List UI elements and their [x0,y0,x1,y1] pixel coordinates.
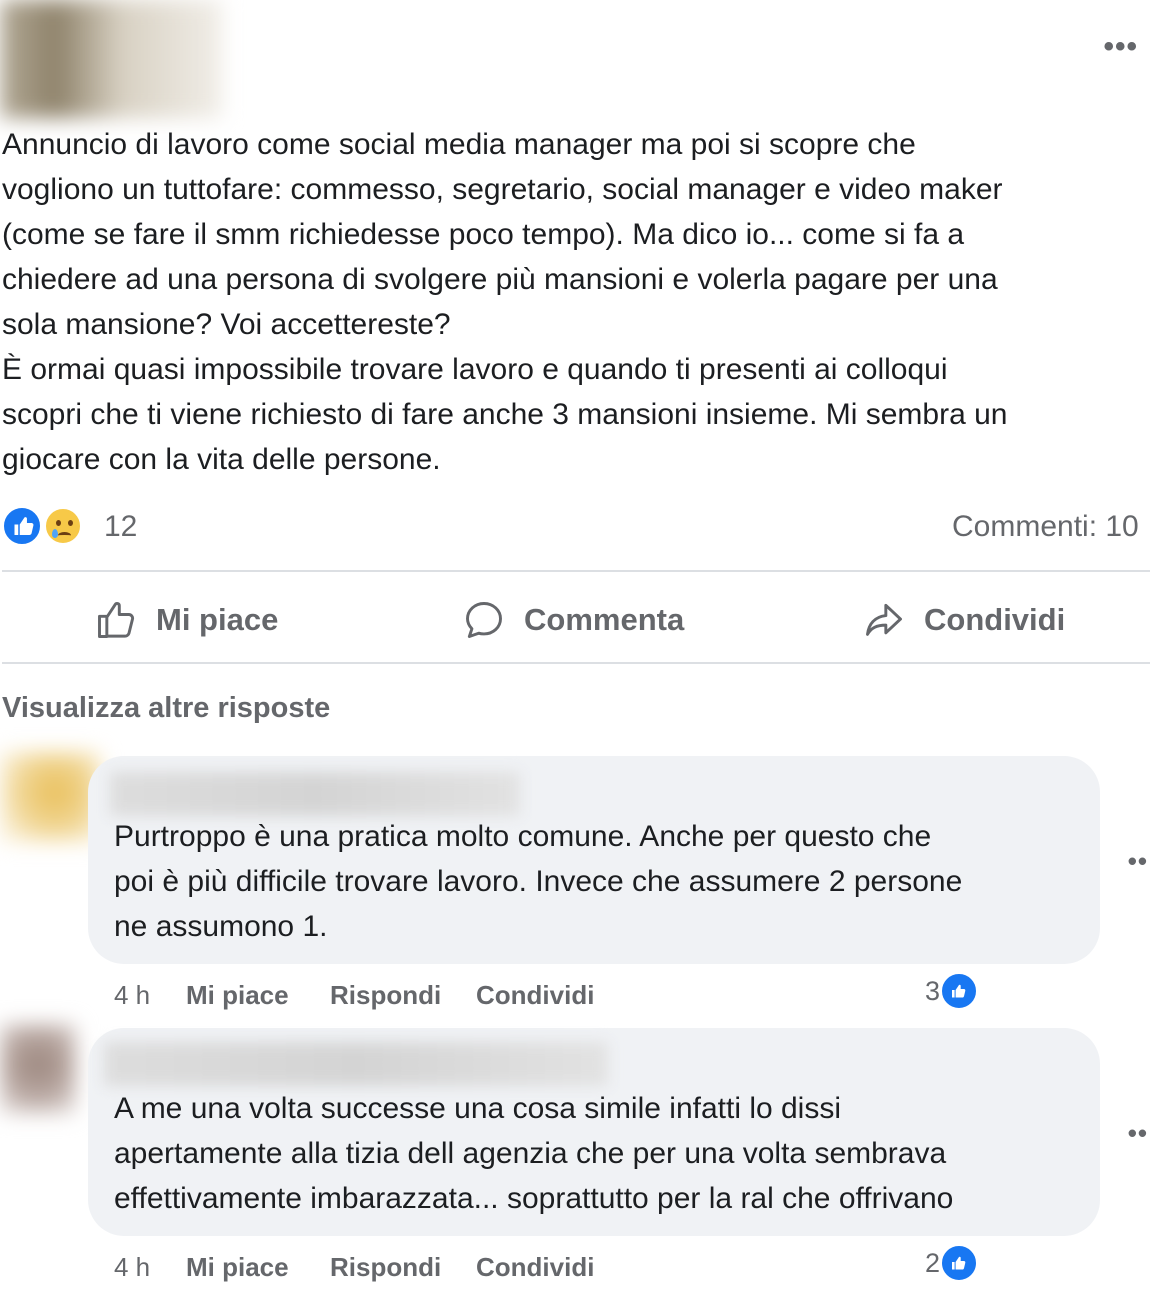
view-more-replies-link[interactable]: Visualizza altre risposte [2,692,330,725]
like-button[interactable]: Mi piace [94,578,278,662]
comment-text: Purtroppo è una pratica molto comune. An… [114,814,1084,949]
share-arrow-icon [866,603,902,636]
post-text-line: Annuncio di lavoro come social media man… [2,128,916,161]
comment-reaction-number: 2 [925,1247,941,1278]
like-button-label: Mi piace [156,602,279,637]
post-text-line: (come se fare il smm richiedesse poco te… [2,218,965,251]
divider [2,662,1150,664]
comment-share-link[interactable]: Condividi [476,980,594,1011]
post-author-avatar-blurred[interactable] [0,0,222,118]
comment-timestamp[interactable]: 4 h [114,980,150,1011]
like-reaction-icon [940,1244,979,1282]
comment-bubble: Purtroppo è una pratica molto comune. An… [88,756,1100,964]
reaction-count[interactable]: 12 [104,510,137,544]
divider [2,570,1150,572]
sad-reaction-icon [44,507,82,545]
comment-text-line: ne assumono 1. [114,910,328,943]
share-button[interactable]: Condividi [862,578,1065,662]
comment-button-label: Commenta [524,602,685,637]
comment-meta: 4 h Mi piace Rispondi Condividi [114,980,634,1012]
post-text-line: vogliono un tuttofare: commesso, segreta… [2,173,1003,206]
commenter-avatar-blurred[interactable] [0,1024,76,1114]
comment-bubble-icon [466,602,502,638]
comment-more-options-icon[interactable]: •• [1128,846,1148,877]
comment-like-link[interactable]: Mi piace [186,980,289,1011]
post-text-line: sola mansione? Voi accettereste? [2,308,451,341]
share-button-label: Condividi [924,602,1066,637]
thumbs-up-icon [98,602,135,638]
comment-bubble: A me una volta successe una cosa simile … [88,1028,1100,1236]
post-more-options-icon[interactable]: ••• [1103,30,1138,64]
comment-share-link[interactable]: Condividi [476,1252,594,1283]
comment-like-link[interactable]: Mi piace [186,1252,289,1283]
reactions-summary[interactable]: 12 Commenti: 10 [2,506,1150,546]
commenter-name-blurred[interactable] [110,772,520,816]
like-reaction-icon [2,506,42,546]
comment-reaction-count[interactable]: 2 [925,1244,979,1282]
comment-reply-link[interactable]: Rispondi [330,980,441,1011]
comment-text-line: effettivamente imbarazzata... soprattutt… [114,1182,954,1215]
comment-reaction-number: 3 [925,975,941,1006]
post-text-line: giocare con la vita delle persone. [2,443,441,476]
post-action-bar: Mi piace Commenta Condividi [0,578,1150,662]
comment-button[interactable]: Commenta [462,578,684,662]
post-text: Annuncio di lavoro come social media man… [2,122,1142,482]
post-text-line: scopri che ti viene richiesto di fare an… [2,398,1008,431]
post-text-line: chiedere ad una persona di svolgere più … [2,263,998,296]
like-reaction-icon [940,972,979,1010]
comment-timestamp[interactable]: 4 h [114,1252,150,1283]
comment-reaction-count[interactable]: 3 [925,972,979,1010]
comment-text-line: Purtroppo è una pratica molto comune. An… [114,820,932,853]
comment-text-line: apertamente alla tizia dell agenzia che … [114,1137,947,1170]
comment-text-line: A me una volta successe una cosa simile … [114,1092,842,1125]
commenter-name-blurred[interactable] [104,1042,608,1086]
comment-reply-link[interactable]: Rispondi [330,1252,441,1283]
comment-text: A me una volta successe una cosa simile … [114,1086,1094,1221]
commenter-avatar-blurred[interactable] [0,752,100,842]
comment-meta: 4 h Mi piace Rispondi Condividi [114,1252,634,1284]
post-text-line: È ormai quasi impossibile trovare lavoro… [2,353,948,386]
comment-more-options-icon[interactable]: •• [1128,1118,1148,1149]
comments-count[interactable]: Commenti: 10 [952,510,1139,544]
comment-text-line: poi è più difficile trovare lavoro. Inve… [114,865,963,898]
